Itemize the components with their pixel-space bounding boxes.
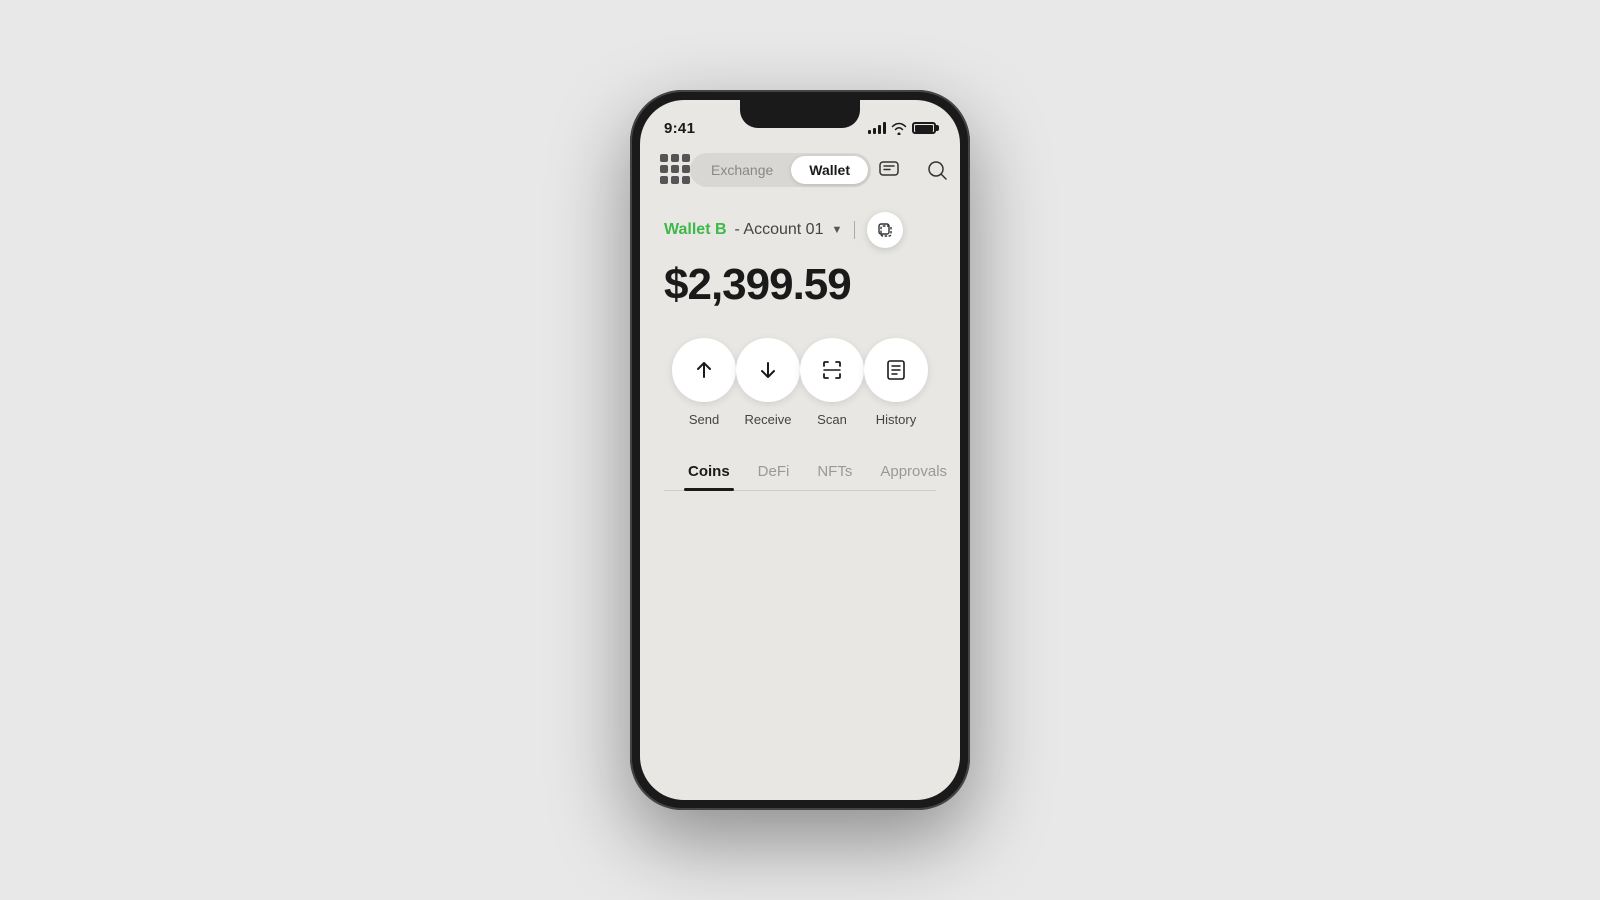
scan-button[interactable] (800, 338, 864, 402)
copy-address-button[interactable] (867, 212, 903, 248)
scan-action[interactable]: Scan (800, 338, 864, 427)
receive-button[interactable] (736, 338, 800, 402)
wallet-tab[interactable]: Wallet (791, 156, 868, 184)
battery-icon (912, 122, 936, 134)
status-icons (868, 122, 936, 135)
account-row: Wallet B - Account 01 ▼ (664, 212, 936, 248)
scan-label: Scan (817, 412, 847, 427)
exchange-tab[interactable]: Exchange (693, 156, 791, 184)
tab-coins[interactable]: Coins (684, 455, 734, 490)
balance-display: $2,399.59 (664, 260, 936, 310)
tab-nfts[interactable]: NFTs (813, 455, 856, 490)
tab-defi[interactable]: DeFi (754, 455, 794, 490)
history-action[interactable]: History (864, 338, 928, 427)
wifi-icon (891, 122, 907, 135)
message-icon[interactable] (871, 152, 907, 188)
receive-label: Receive (745, 412, 792, 427)
bottom-fade (640, 720, 960, 800)
nav-icons (871, 152, 955, 188)
history-button[interactable] (864, 338, 928, 402)
receive-action[interactable]: Receive (736, 338, 800, 427)
top-nav: Exchange Wallet (640, 144, 960, 196)
send-button[interactable] (672, 338, 736, 402)
divider (854, 221, 855, 239)
send-action[interactable]: Send (672, 338, 736, 427)
signal-icon (868, 122, 886, 134)
history-label: History (876, 412, 916, 427)
phone-wrapper: 9:41 (630, 90, 970, 810)
action-buttons: Send Receive (664, 338, 936, 427)
phone-screen: 9:41 (640, 100, 960, 800)
send-label: Send (689, 412, 719, 427)
account-label: - Account 01 (735, 221, 824, 239)
tab-switcher: Exchange Wallet (690, 153, 871, 187)
status-time: 9:41 (664, 120, 695, 137)
wallet-section: Wallet B - Account 01 ▼ $2,399.59 (640, 196, 960, 491)
wallet-name: Wallet B (664, 221, 727, 239)
grid-menu-icon[interactable] (660, 154, 690, 186)
dropdown-arrow-icon[interactable]: ▼ (831, 224, 842, 236)
search-icon[interactable] (919, 152, 955, 188)
tab-approvals[interactable]: Approvals (876, 455, 951, 490)
notch (740, 100, 860, 128)
content-tabs: Coins DeFi NFTs Approvals (664, 455, 936, 491)
